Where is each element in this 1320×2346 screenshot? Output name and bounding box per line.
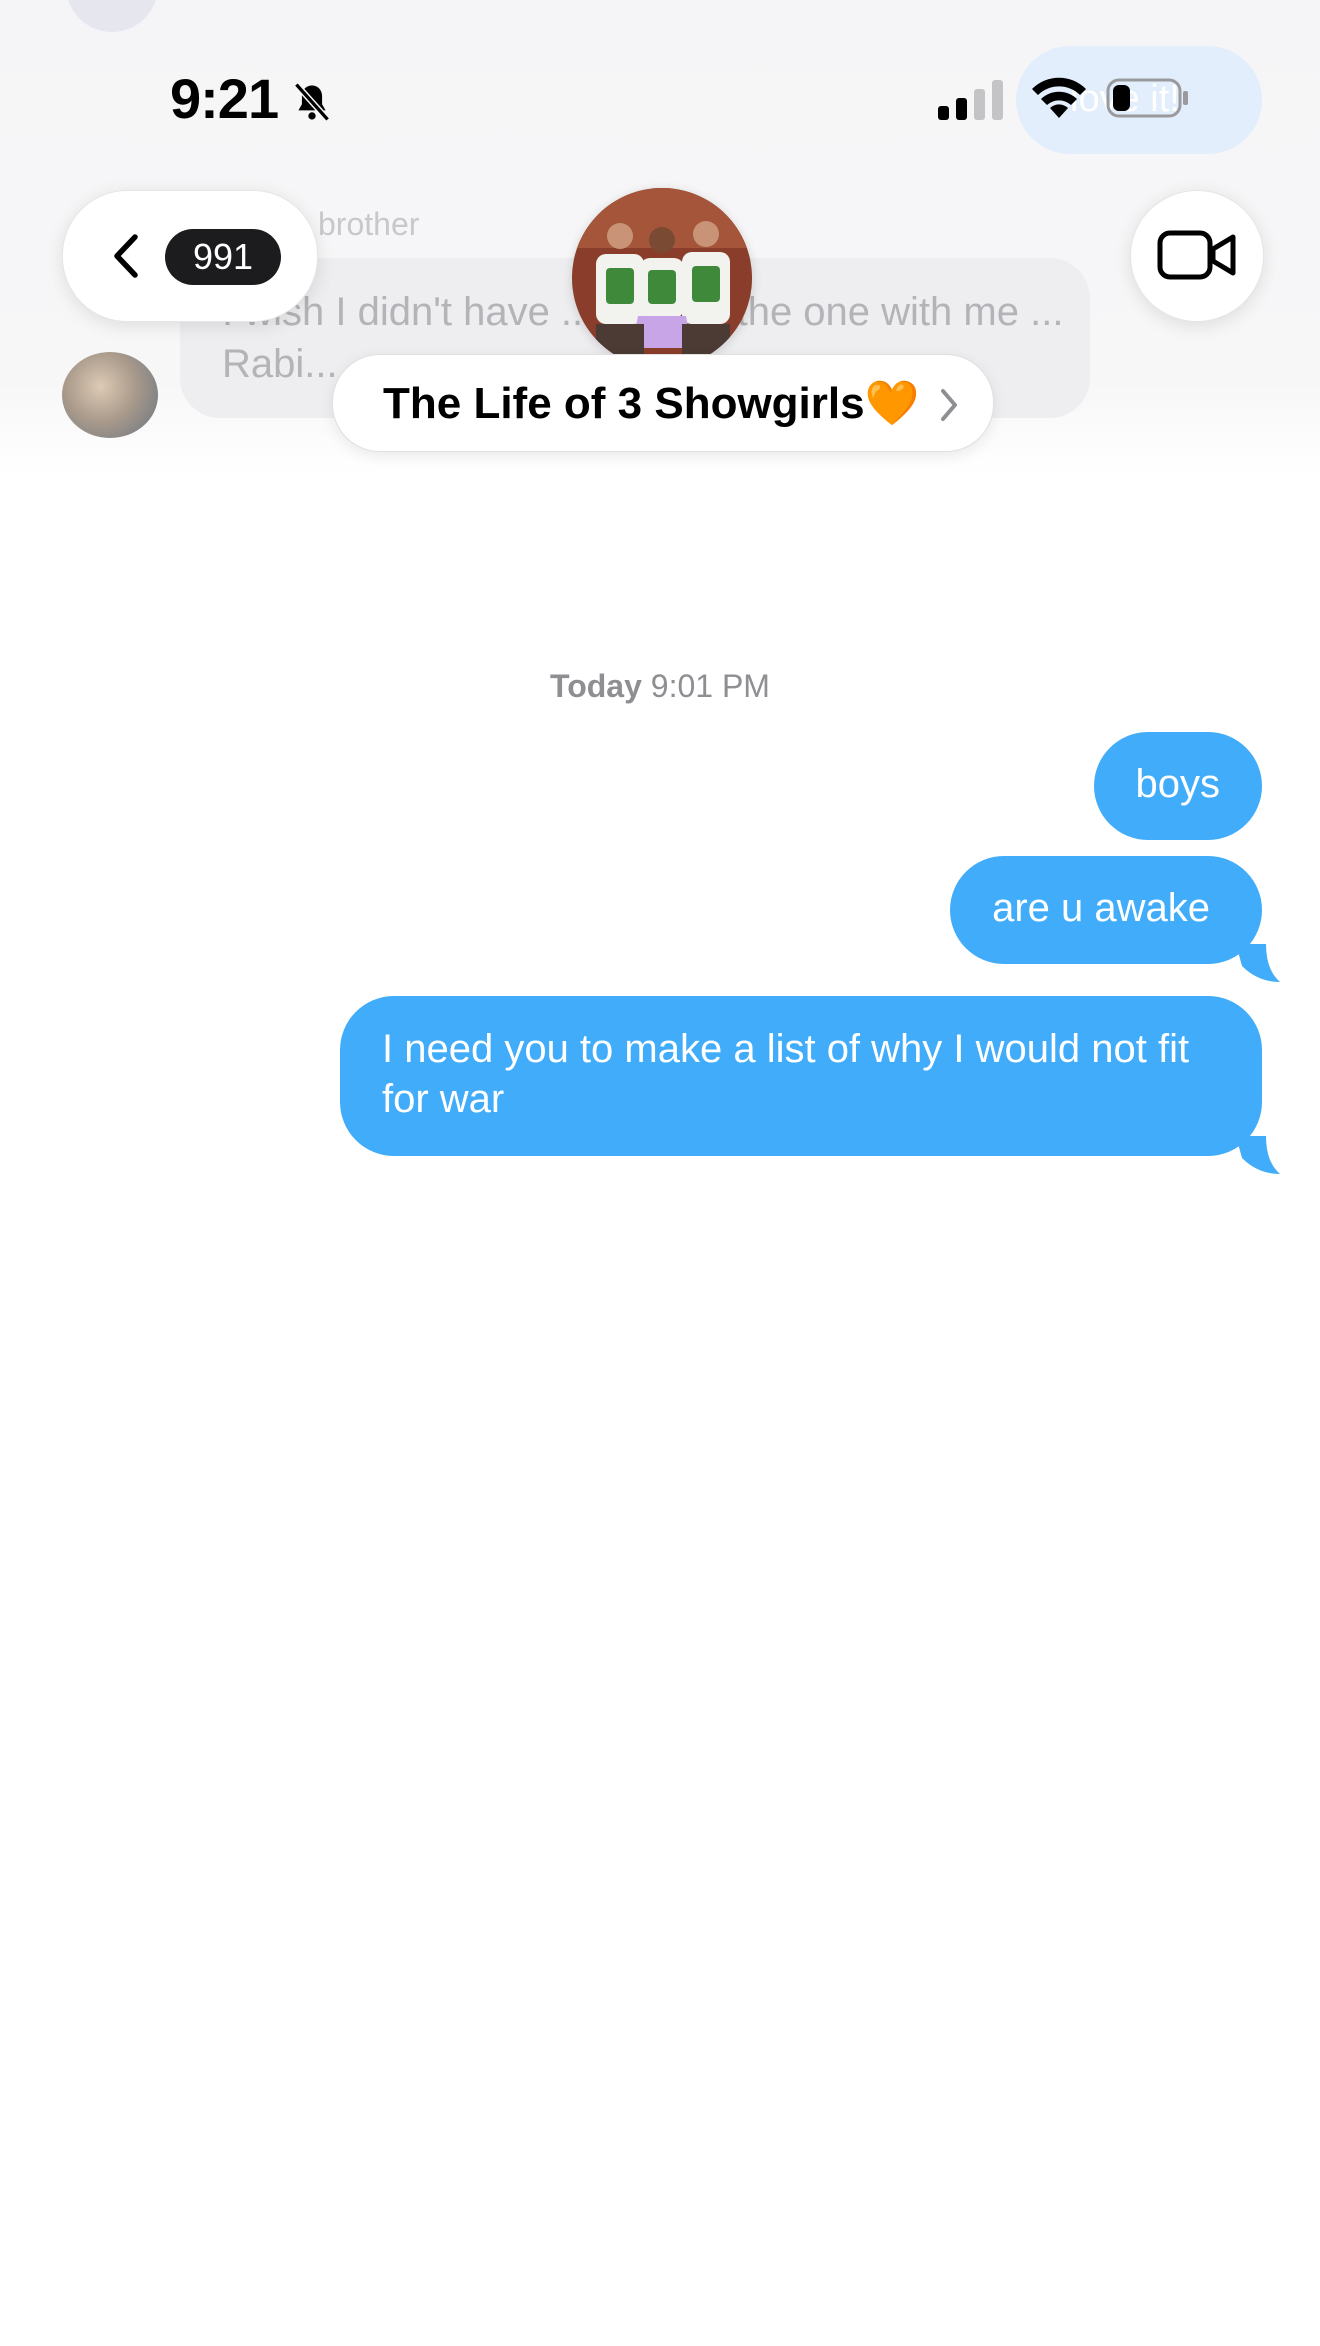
video-camera-icon xyxy=(1157,230,1236,280)
unread-count-badge: 991 xyxy=(165,229,281,285)
message-timestamp: Today 9:01 PM xyxy=(0,668,1320,705)
bell-slash-icon xyxy=(294,82,330,122)
chat-title-button[interactable]: The Life of 3 Showgirls🧡 xyxy=(332,354,994,452)
timestamp-time: 9:01 PM xyxy=(650,668,770,704)
message-bubble[interactable]: I need you to make a list of why I would… xyxy=(340,996,1262,1156)
back-button[interactable]: 991 xyxy=(62,190,318,322)
status-time: 9:21 xyxy=(170,67,279,130)
message-text: I need you to make a list of why I would… xyxy=(382,1027,1190,1121)
group-avatar[interactable] xyxy=(572,188,752,368)
background-sender-avatar xyxy=(62,352,158,438)
chevron-right-icon xyxy=(941,389,957,421)
battery-icon xyxy=(1106,78,1188,118)
message-bubble[interactable]: boys xyxy=(1093,732,1262,840)
cellular-signal-icon xyxy=(938,80,1003,120)
video-call-button[interactable] xyxy=(1130,190,1264,322)
background-sender-name: brother xyxy=(318,206,420,242)
wifi-icon xyxy=(1032,77,1086,118)
chat-title: The Life of 3 Showgirls🧡 xyxy=(383,379,920,428)
message-bubble[interactable]: are u awake xyxy=(950,856,1262,964)
message-text: are u awake xyxy=(992,886,1210,930)
bubble-tail xyxy=(1236,1136,1280,1174)
message-text: boys xyxy=(1135,762,1221,806)
timestamp-day: Today xyxy=(550,668,642,704)
group-photo-icon xyxy=(572,188,752,368)
chevron-left-icon xyxy=(114,234,138,278)
bubble-tail xyxy=(1236,944,1280,982)
